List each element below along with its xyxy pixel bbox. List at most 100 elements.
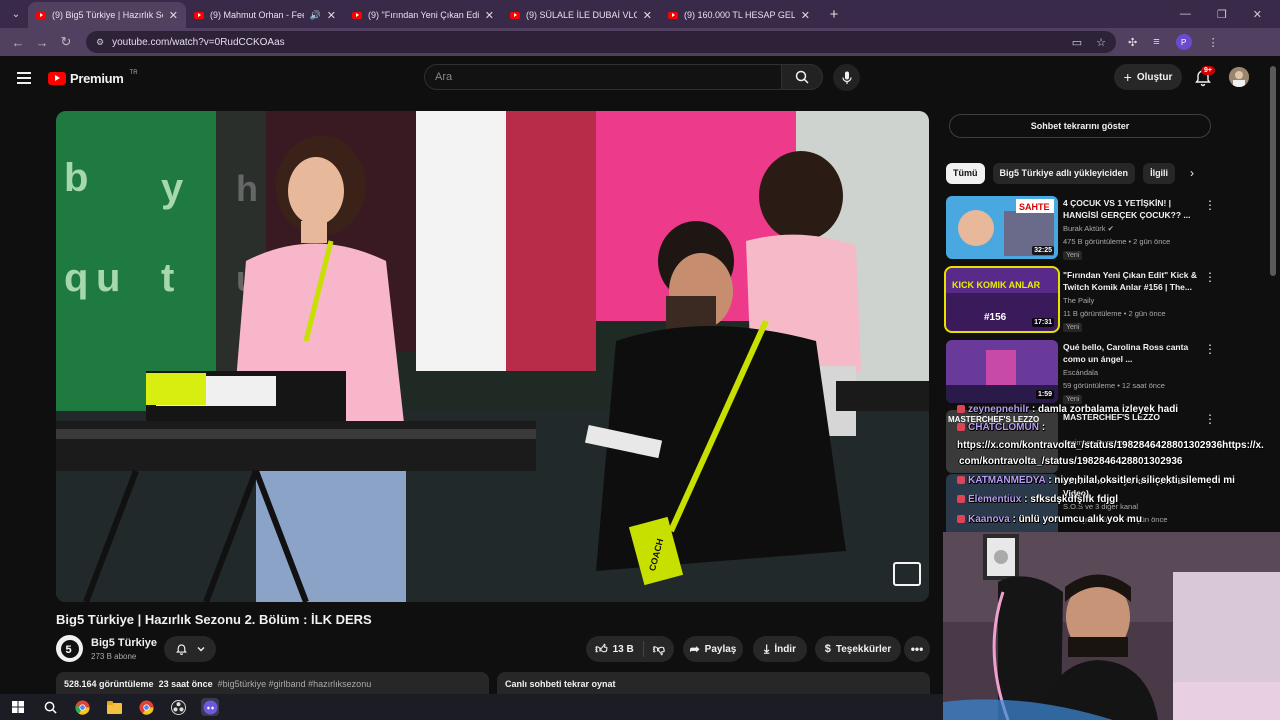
download-label: İndir: [774, 643, 796, 655]
youtube-favicon-icon: [668, 11, 678, 19]
reload-icon[interactable]: ↻: [54, 34, 78, 50]
rec-meta: 475 B görüntüleme • 2 gün önce: [1063, 237, 1171, 246]
video-player[interactable]: b y h q u t u: [56, 111, 929, 602]
wall-letter: t: [161, 256, 174, 300]
super-thanks-icon: $: [824, 643, 831, 655]
channel-name[interactable]: Big5 Türkiye: [91, 637, 157, 649]
new-tab-button[interactable]: +: [824, 6, 844, 23]
thanks-button[interactable]: $ Teşekkürler: [815, 636, 901, 662]
hashtags[interactable]: #big5türkiye #girlband #hazırlıksezonu: [218, 679, 372, 689]
bell-icon: [175, 643, 187, 655]
thumb-label: SAHTE: [1019, 202, 1050, 212]
video-thumbnail[interactable]: SAHTE 32:25: [946, 196, 1058, 259]
browser-toolbar: ← → ↻ ⚙ youtube.com/watch?v=0RudCCKOAas …: [0, 28, 1280, 56]
video-duration: 32:25: [1032, 246, 1054, 255]
more-actions-button[interactable]: •••: [904, 636, 930, 662]
forward-icon[interactable]: →: [30, 35, 54, 50]
verified-icon: ✔︎: [1107, 224, 1114, 233]
page-scrollbar[interactable]: [1270, 66, 1276, 276]
download-button[interactable]: ⤓ İndir: [753, 636, 807, 662]
extensions-icon[interactable]: ✣: [1128, 36, 1137, 49]
obs-icon[interactable]: [169, 698, 187, 716]
video-thumbnail[interactable]: KICK KOMIK ANLAR #156 17:31: [944, 266, 1060, 333]
svg-text:#156: #156: [984, 312, 1007, 323]
back-icon[interactable]: ←: [6, 35, 30, 50]
chat-message: https://x.com/kontravolta_/status/198284…: [957, 440, 1264, 451]
close-window-icon[interactable]: ✕: [1253, 8, 1262, 21]
chat-message: KATMANMEDYA : niye hilal oksitleri silic…: [957, 475, 1235, 486]
video-duration: 1:59: [1035, 390, 1054, 399]
browser-tab[interactable]: (9) SÜLALE İLE DUBAİ VLOG | 3 ✕: [502, 2, 660, 28]
show-chat-replay-button[interactable]: Sohbet tekrarını göster: [949, 114, 1211, 138]
create-button[interactable]: + Oluştur: [1114, 64, 1182, 90]
thumbs-up-icon: 👍︎: [595, 641, 608, 656]
recommendation-item[interactable]: SAHTE 32:25 4 ÇOCUK VS 1 YETİŞKİN! | HAN…: [946, 196, 1226, 262]
bookmark-star-icon[interactable]: ☆: [1096, 36, 1106, 49]
chat-text: : ünlü yorumcu alık yok mu: [1012, 514, 1142, 525]
browser-tab[interactable]: (9) Mahmut Orhan - Feel fe 🔊 ✕: [186, 2, 344, 28]
view-count: 528.164 görüntüleme: [64, 679, 154, 689]
rec-meta: 11 B görüntüleme • 2 gün önce: [1063, 309, 1166, 318]
youtube-favicon-icon: [352, 11, 362, 19]
speaker-icon[interactable]: 🔊: [310, 10, 321, 21]
reading-list-icon[interactable]: ≡: [1153, 36, 1159, 48]
recommendation-item[interactable]: KICK KOMIK ANLAR #156 17:31 "Fırından Yen…: [944, 266, 1226, 334]
close-icon[interactable]: ✕: [327, 9, 336, 22]
tab-search-button[interactable]: ⌄: [4, 3, 28, 25]
chat-text: :: [1041, 422, 1046, 433]
account-avatar[interactable]: [1229, 67, 1249, 87]
search-input[interactable]: Ara: [424, 64, 782, 90]
more-vertical-icon[interactable]: ⋮: [1204, 342, 1216, 356]
more-vertical-icon[interactable]: ⋮: [1204, 198, 1216, 212]
chip-related[interactable]: İlgili: [1143, 162, 1176, 184]
chat-username: zeynepnehilr: [968, 404, 1030, 415]
recommendation-item[interactable]: 1:59 Qué bello, Carolina Ross canta como…: [946, 340, 1226, 406]
chat-text: : sfksdşkdfşlfk fdjgl: [1024, 494, 1119, 505]
search-icon[interactable]: [41, 698, 59, 716]
discord-icon[interactable]: [201, 698, 219, 716]
site-info-icon[interactable]: ⚙: [96, 37, 104, 48]
address-bar[interactable]: ⚙ youtube.com/watch?v=0RudCCKOAas ▭ ☆: [86, 31, 1116, 53]
maximize-icon[interactable]: ❐: [1217, 8, 1227, 21]
cast-icon[interactable]: ▭: [1072, 36, 1082, 49]
more-vertical-icon[interactable]: ⋮: [1204, 270, 1216, 284]
chip-all[interactable]: Tümü: [946, 162, 985, 184]
channel-avatar[interactable]: 5: [56, 635, 83, 662]
youtube-play-icon: [48, 71, 66, 85]
voice-search-button[interactable]: [833, 64, 860, 91]
youtube-logo[interactable]: Premium TR: [48, 70, 138, 86]
browser-tab[interactable]: (9) 160.000 TL HESAP GELDİ 🔆 ✕: [660, 2, 818, 28]
profile-avatar[interactable]: P: [1175, 34, 1192, 50]
minimize-icon[interactable]: —: [1180, 8, 1191, 21]
chrome-icon[interactable]: [73, 698, 91, 716]
browser-tab[interactable]: (9) Big5 Türkiye | Hazırlık Sezonu ✕: [28, 2, 186, 28]
browser-tab[interactable]: (9) "Fırından Yeni Çıkan Edit" K ✕: [344, 2, 502, 28]
close-icon[interactable]: ✕: [169, 9, 178, 22]
like-button[interactable]: 👍︎ 13 B: [595, 642, 634, 657]
menu-icon[interactable]: [17, 72, 31, 84]
search-button[interactable]: [781, 64, 823, 90]
subscribed-notifications-button[interactable]: [164, 636, 216, 662]
thumbs-down-icon[interactable]: 👎︎: [653, 642, 665, 657]
tab-title: (9) 160.000 TL HESAP GELDİ 🔆: [684, 9, 795, 20]
logo-text: Premium: [70, 70, 124, 86]
share-button[interactable]: ➦ Paylaş: [683, 636, 743, 662]
close-icon[interactable]: ✕: [485, 9, 494, 22]
webcam-feed: [943, 532, 1280, 720]
chip-from-uploader[interactable]: Big5 Türkiye adlı yükleyiciden: [992, 162, 1136, 184]
windows-start-icon[interactable]: [9, 698, 27, 716]
chevron-right-icon[interactable]: ›: [1190, 166, 1194, 180]
wall-letter: h: [236, 168, 258, 209]
close-icon[interactable]: ✕: [801, 9, 810, 22]
like-dislike-group: 👍︎ 13 B 👎︎: [586, 636, 674, 662]
close-icon[interactable]: ✕: [643, 9, 652, 22]
rec-channel: Escándala: [1063, 368, 1099, 377]
heart-badge-icon: [957, 405, 965, 414]
video-thumbnail[interactable]: 1:59: [946, 340, 1058, 403]
heart-badge-icon: [957, 423, 965, 432]
file-explorer-icon[interactable]: [105, 698, 123, 716]
more-menu-icon[interactable]: ⋮: [1208, 36, 1219, 49]
youtube-favicon-icon: [510, 11, 520, 19]
rec-channel: Burak Aktürk ✔︎: [1063, 224, 1114, 233]
chrome-profile-icon[interactable]: [137, 698, 155, 716]
